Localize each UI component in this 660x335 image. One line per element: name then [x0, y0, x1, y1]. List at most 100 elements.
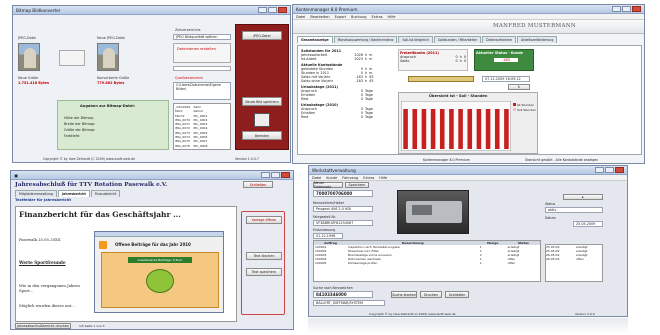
minimize-icon[interactable]	[595, 167, 604, 173]
close-button[interactable]: Schließen	[445, 291, 469, 298]
value-row: Saldo ohne Vorjahr -163 h 45	[301, 79, 391, 83]
delete-text-button[interactable]: Text löschen	[246, 252, 282, 260]
search-label: Suche nach Kennzeichen	[313, 286, 353, 290]
dest-label: Zielverzeichnis	[175, 28, 201, 32]
vin-field[interactable]: VF38BRHZF81234567	[313, 220, 373, 226]
document-editor[interactable]: Finanzbericht für das Geschäftsjahr ... …	[15, 206, 237, 322]
user-name: MANFRED MUSTERMANN	[492, 23, 576, 29]
window-title: Bitmap Bildkonverter	[16, 7, 61, 13]
reg-field[interactable]: 01.12.1998	[313, 233, 343, 239]
chart-bar	[449, 109, 454, 149]
date-label: Datum	[545, 216, 556, 220]
jpeg-button[interactable]: JPEG-Datei	[242, 31, 282, 40]
minimize-icon[interactable]	[258, 7, 267, 13]
converted-size: 779.862 Bytes	[97, 81, 125, 85]
inner-titlebar	[95, 232, 223, 237]
status-title: Aktueller Status - Kunde	[476, 51, 523, 55]
history-cell: offen	[576, 257, 584, 261]
save-button[interactable]: Speichern	[345, 182, 369, 188]
doc-paragraph-2: Möglich wurden dieses unt...	[19, 303, 75, 308]
tab-item[interactable]: Arbeitszeitänderung	[516, 36, 558, 43]
table-row[interactable]: 100005 Klimaanlage prüfen 1 offen	[314, 261, 540, 265]
ident-field[interactable]: 7000700706000	[313, 190, 373, 197]
maximize-icon[interactable]	[622, 6, 631, 12]
close-icon[interactable]	[632, 6, 641, 12]
save-text-button[interactable]: Text speichern	[246, 268, 282, 276]
maximize-icon[interactable]	[271, 172, 280, 178]
file-list[interactable]: _DSC0001 Fahrt Fahrt2 IMG_0070 IMG_0071 IMG_0…	[173, 103, 231, 150]
vehicle-data-button[interactable]: ▸	[563, 194, 603, 200]
urlaub-rows: Anspruch 0 Tage Erhalten 0 Tage Rest 0 Tage	[301, 89, 391, 101]
close-icon[interactable]	[281, 172, 290, 178]
row-value: 0	[463, 59, 466, 63]
maximize-icon[interactable]	[268, 7, 277, 13]
tab-item[interactable]: Gesamtanzeige	[297, 36, 333, 43]
close-button[interactable]: Schließen	[243, 181, 273, 188]
maximize-icon[interactable]	[605, 167, 614, 173]
footer-copyright: Copyright © by Uwe Zeihardt (C 2009) www…	[43, 157, 135, 161]
bottom-buttons: Suche starten Drucken Schließen	[391, 291, 469, 298]
open-template-button[interactable]: Vorlage öffnen	[246, 216, 282, 224]
file-list-column-b: Kalm Kalm2 PIC_0001 PIC_0002 PIC_0003 PIC_000…	[193, 105, 207, 148]
new-record-button[interactable]: Neuer Datensatz	[313, 181, 343, 189]
menu-item[interactable]: Export	[335, 15, 346, 19]
date-field[interactable]: 25.05.2009	[573, 221, 603, 227]
footer-copyright: Copyright © by Uwe Zeihardt (C 2009) www…	[369, 312, 456, 316]
file-item[interactable]: PIC_0008	[193, 144, 207, 148]
menu-item[interactable]: Buchung	[351, 15, 366, 19]
jpeg-label: JPEG-Datei	[18, 36, 37, 40]
tab-item[interactable]: Monatsauswertung / Nachtrendenz	[333, 36, 398, 43]
menu-item[interactable]: Datei	[296, 15, 305, 19]
print-report-button[interactable]: Jahresabschlußbericht drucken	[15, 323, 71, 329]
minimize-icon[interactable]	[612, 6, 621, 12]
menu-item[interactable]: Extras	[371, 15, 382, 19]
row-value: 2023	[354, 57, 363, 61]
minimize-icon[interactable]	[261, 172, 270, 178]
tab-strip: Gesamtanzeige Monatsauswertung / Nachtren…	[297, 36, 558, 43]
save-image-button[interactable]: Neues Bild speichern	[242, 97, 282, 106]
exit-button[interactable]: Beenden	[242, 131, 282, 140]
menu-item[interactable]: Bearbeiten	[310, 15, 329, 19]
row-value: 45	[369, 79, 374, 83]
footer-title: Kontenmanager 8.0 Premium	[423, 158, 470, 162]
inner-title: Offene Beiträge für das Jahr 2010	[115, 242, 191, 247]
refresh-button[interactable]: ↻	[508, 84, 530, 90]
search-field[interactable]: 84103346000	[313, 291, 373, 298]
history-row[interactable]: 26.05.09 offen	[546, 257, 602, 261]
new-jpeg-label: Neue JPEG-Datei	[97, 36, 126, 40]
close-icon[interactable]	[278, 7, 287, 13]
tab-item[interactable]: Datenaufnahme	[482, 36, 516, 43]
menu-item[interactable]: Fahrzeug	[342, 176, 358, 180]
date-field[interactable]: 07.12.2009 16:09:12	[482, 76, 530, 82]
row-label: Rest	[301, 115, 309, 119]
menu-item[interactable]: Hilfe	[379, 176, 387, 180]
menu-item[interactable]: Datei	[312, 176, 321, 180]
chart-bar	[439, 109, 445, 149]
vehicle-field[interactable]: Peugeot 406 2.0 HDi	[313, 206, 373, 212]
destination-box: Dateinamen erstellen	[173, 43, 231, 63]
row-value: Tage	[365, 115, 373, 119]
tab-item[interactable]: Soll-Ist-Vergleich	[398, 36, 433, 43]
menu-item[interactable]: Kunde	[326, 176, 337, 180]
status-field[interactable]: aktiv	[545, 207, 603, 213]
file-item[interactable]: IMG_0076	[175, 144, 190, 148]
print-button[interactable]: Drucken	[420, 291, 442, 298]
order-table: Auftrag Bezeichnung Menge Status 100001 Inspe…	[313, 240, 541, 282]
owner-field[interactable]: BÄLLERT, DIETMAR/SYSTEM	[313, 300, 385, 306]
search-button[interactable]: Suche starten	[391, 291, 417, 298]
tab-item[interactable]: Mitgliederverwaltung	[15, 190, 57, 197]
chart-bar	[403, 109, 408, 149]
table-cell: offen	[507, 261, 516, 265]
tab-item[interactable]: Finanzbericht	[90, 190, 121, 197]
row-value: 0	[360, 115, 363, 119]
doc-club: Werte Sportfreunde	[19, 260, 66, 265]
menu-item[interactable]: Extras	[363, 176, 374, 180]
section-title: Textfelder für Jahresbericht	[15, 198, 71, 202]
tab-item[interactable]: Jahresbericht	[57, 190, 90, 197]
tab-item[interactable]: Sollstunden / Mitarbeiter	[433, 36, 482, 43]
menu-item[interactable]: Hilfe	[388, 15, 396, 19]
close-icon[interactable]	[615, 167, 624, 173]
quality-select[interactable]: JPEG Bildqualität wählen	[173, 34, 231, 40]
source-path-field[interactable]: C:\Users\Dokumente\Eigene Bilder\	[173, 82, 231, 100]
kontenmanager-window: Kontenmanager 8.0 Premium Datei Bearbeite…	[292, 4, 645, 164]
